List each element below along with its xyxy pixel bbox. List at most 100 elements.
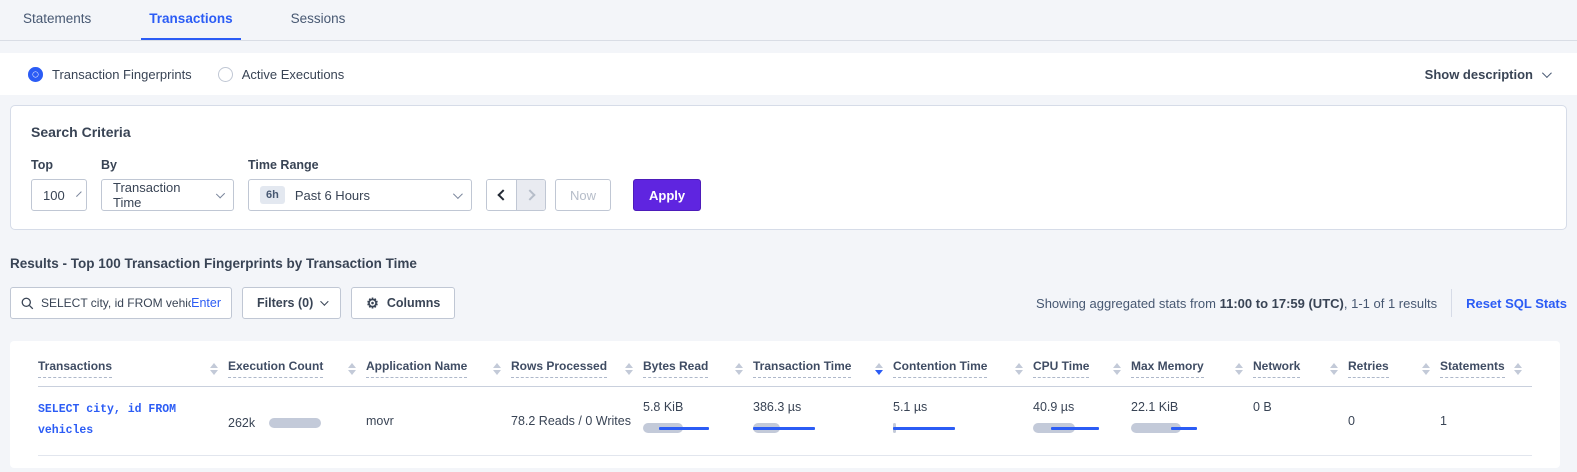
by-select-value: Transaction Time: [113, 180, 204, 210]
bytes-read-bar: [643, 421, 738, 435]
search-criteria-card: Search Criteria Top 100 By Transaction T…: [10, 105, 1567, 230]
stats-time-range: 11:00 to 17:59 (UTC): [1220, 296, 1344, 311]
chevron-down-icon: [453, 189, 463, 199]
tab-sessions[interactable]: Sessions: [283, 11, 354, 40]
sort-icon[interactable]: [493, 363, 501, 375]
cell-application-name: movr: [366, 387, 511, 456]
chevron-down-icon: [215, 189, 225, 199]
gear-icon: ⚙: [366, 296, 379, 310]
radio-label: Transaction Fingerprints: [52, 67, 192, 82]
col-header-bytes-read[interactable]: Bytes Read: [643, 347, 753, 387]
show-description-toggle[interactable]: Show description: [1425, 67, 1549, 82]
sort-icon[interactable]: [1514, 363, 1522, 375]
sort-icon[interactable]: [210, 363, 218, 375]
search-criteria-title: Search Criteria: [31, 124, 1546, 140]
sort-icon[interactable]: [1235, 363, 1243, 375]
time-range-select[interactable]: 6h Past 6 Hours: [248, 179, 472, 211]
search-enter-button[interactable]: Enter: [191, 296, 221, 310]
reset-sql-stats-link[interactable]: Reset SQL Stats: [1466, 296, 1567, 311]
cell-transactions: SELECT city, id FROMvehicles: [38, 387, 228, 456]
time-range-field: Time Range 6h Past 6 Hours: [248, 158, 472, 211]
time-prev-button[interactable]: [487, 180, 516, 210]
radio-selected-icon: [28, 67, 43, 82]
col-header-application-name[interactable]: Application Name: [366, 347, 511, 387]
transactions-table-card: Transactions Execution Count Application…: [10, 341, 1560, 468]
cell-contention-time: 5.1 µs: [893, 387, 1033, 456]
col-header-cpu-time[interactable]: CPU Time: [1033, 347, 1131, 387]
col-header-contention-time[interactable]: Contention Time: [893, 347, 1033, 387]
sort-icon[interactable]: [735, 363, 743, 375]
execution-count-bar: [269, 418, 325, 428]
chevron-down-icon: [76, 191, 82, 197]
top-select-value: 100: [43, 188, 65, 203]
col-header-transaction-time[interactable]: Transaction Time: [753, 347, 893, 387]
max-memory-bar: [1131, 421, 1237, 435]
table-row: SELECT city, id FROMvehicles 262k movr 7…: [38, 387, 1532, 456]
radio-transaction-fingerprints[interactable]: Transaction Fingerprints: [28, 67, 192, 82]
transaction-time-bar: [753, 421, 877, 435]
cell-statements: 1: [1440, 387, 1532, 456]
cell-transaction-time: 386.3 µs: [753, 387, 893, 456]
cell-network: 0 B: [1253, 387, 1348, 456]
time-range-badge: 6h: [260, 186, 285, 204]
sort-icon-active-desc[interactable]: [875, 363, 883, 375]
cell-retries: 0: [1348, 387, 1440, 456]
contention-time-bar: [893, 421, 1017, 435]
columns-button[interactable]: ⚙ Columns: [351, 287, 455, 319]
aggregated-stats-text: Showing aggregated stats from 11:00 to 1…: [1036, 296, 1437, 311]
sort-icon[interactable]: [625, 363, 633, 375]
sql-search-box[interactable]: Enter: [10, 287, 232, 319]
sort-icon[interactable]: [348, 363, 356, 375]
transactions-table: Transactions Execution Count Application…: [38, 347, 1532, 456]
by-select[interactable]: Transaction Time: [101, 179, 234, 211]
col-header-statements[interactable]: Statements: [1440, 347, 1532, 387]
time-next-button[interactable]: [516, 180, 545, 210]
radio-active-executions[interactable]: Active Executions: [218, 67, 345, 82]
chevron-left-icon: [497, 189, 508, 200]
cell-cpu-time: 40.9 µs: [1033, 387, 1131, 456]
transaction-fingerprint-link[interactable]: SELECT city, id FROMvehicles: [38, 400, 218, 441]
col-header-network[interactable]: Network: [1253, 347, 1348, 387]
time-range-label: Time Range: [248, 158, 472, 172]
divider: [1451, 289, 1452, 317]
by-field: By Transaction Time: [101, 158, 234, 211]
cpu-time-bar: [1033, 421, 1117, 435]
top-label: Top: [31, 158, 87, 172]
search-icon: [21, 297, 34, 310]
chevron-down-icon: [320, 297, 328, 305]
cell-rows-processed: 78.2 Reads / 0 Writes: [511, 387, 643, 456]
time-range-nav: [486, 179, 546, 211]
sort-icon[interactable]: [1113, 363, 1121, 375]
time-range-value: Past 6 Hours: [295, 188, 370, 203]
results-heading: Results - Top 100 Transaction Fingerprin…: [10, 256, 1567, 271]
tab-statements[interactable]: Statements: [15, 11, 99, 40]
sql-search-input[interactable]: [41, 296, 191, 310]
filters-label: Filters (0): [257, 296, 313, 310]
top-select[interactable]: 100: [31, 179, 87, 211]
col-header-max-memory[interactable]: Max Memory: [1131, 347, 1253, 387]
sort-icon[interactable]: [1422, 363, 1430, 375]
columns-label: Columns: [387, 296, 440, 310]
col-header-transactions[interactable]: Transactions: [38, 347, 228, 387]
top-field: Top 100: [31, 158, 87, 211]
now-button[interactable]: Now: [555, 179, 611, 211]
filters-button[interactable]: Filters (0): [242, 287, 341, 319]
chevron-right-icon: [524, 189, 535, 200]
tab-transactions[interactable]: Transactions: [141, 11, 240, 40]
cell-execution-count: 262k: [228, 387, 366, 456]
col-header-retries[interactable]: Retries: [1348, 347, 1440, 387]
table-header-row: Transactions Execution Count Application…: [38, 347, 1532, 387]
cell-bytes-read: 5.8 KiB: [643, 387, 753, 456]
radio-label: Active Executions: [242, 67, 345, 82]
by-label: By: [101, 158, 234, 172]
results-toolbar: Enter Filters (0) ⚙ Columns Showing aggr…: [10, 287, 1567, 319]
apply-button[interactable]: Apply: [633, 179, 701, 211]
sort-icon[interactable]: [1015, 363, 1023, 375]
view-mode-radio-group: Transaction Fingerprints Active Executio…: [28, 67, 370, 82]
chevron-down-icon: [1542, 68, 1552, 78]
show-description-label: Show description: [1425, 67, 1533, 82]
sort-icon[interactable]: [1330, 363, 1338, 375]
col-header-execution-count[interactable]: Execution Count: [228, 347, 366, 387]
page-tabbar: Statements Transactions Sessions: [0, 0, 1577, 41]
col-header-rows-processed[interactable]: Rows Processed: [511, 347, 643, 387]
